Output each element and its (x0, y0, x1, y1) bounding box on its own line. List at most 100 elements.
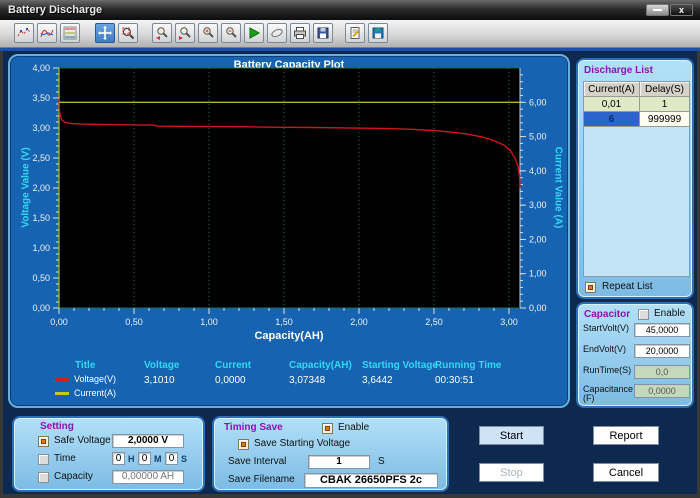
report-page-button[interactable] (345, 23, 365, 43)
discharge-table[interactable]: Current(A)Delay(S)0,0116999999 (583, 81, 690, 277)
svg-text:0,00: 0,00 (50, 317, 68, 327)
chart-panel: Battery Capacity Plot Voltage Value (V) … (8, 54, 570, 408)
zoom-back-button[interactable] (152, 23, 172, 43)
svg-text:0,00: 0,00 (529, 303, 547, 313)
discharge-list-panel: Discharge List Current(A)Delay(S)0,01169… (576, 58, 694, 299)
battery-capacity-plot: 0,000,501,001,502,002,503,004,003,503,00… (10, 56, 572, 348)
svg-text:0,50: 0,50 (125, 317, 143, 327)
capacitance-f-input[interactable]: 0,0000 (634, 384, 690, 398)
table-cell[interactable]: 1 (640, 97, 689, 112)
stat-starting-voltage: Starting Voltage3,6442 (362, 360, 438, 386)
svg-text:2,00: 2,00 (350, 317, 368, 327)
battery-discharge-window: Battery Discharge x Battery Capacity Plo… (0, 0, 700, 498)
capacitance-f-label: Capacitance (F) (583, 385, 635, 403)
runtime-s-input[interactable]: 0,0 (634, 365, 690, 379)
stop-button[interactable]: Stop (479, 463, 544, 482)
save-interval-label: Save Interval (228, 456, 286, 467)
plot-legend-button[interactable] (60, 23, 80, 43)
zoom-window-icon (121, 26, 135, 40)
save-data-icon (371, 26, 385, 40)
save-filename-input[interactable]: CBAK 26650PFS 2c (304, 473, 438, 488)
svg-text:1,00: 1,00 (529, 269, 547, 279)
title-bar[interactable]: Battery Discharge x (0, 0, 700, 20)
stat-voltage: Voltage3,1010 (144, 360, 179, 386)
time-seconds-input[interactable]: 0 (165, 452, 178, 465)
safe-voltage-checkbox[interactable] (38, 436, 49, 447)
repeat-list-checkbox[interactable] (585, 282, 596, 293)
column-header: Current(A) (584, 82, 640, 97)
close-icon: x (679, 5, 684, 15)
capacity-input[interactable]: 0,00000 AH (112, 470, 184, 484)
legend-label: Voltage(V) (74, 374, 116, 384)
svg-text:1,00: 1,00 (32, 243, 50, 253)
table-cell[interactable]: 0,01 (584, 97, 640, 112)
legend-swatch (55, 378, 69, 381)
zoom-forward-button[interactable] (175, 23, 195, 43)
save-interval-unit-label: S (378, 456, 385, 467)
stat-header: Title (75, 360, 95, 371)
start-button[interactable]: Start (479, 426, 544, 445)
report-button[interactable]: Report (593, 426, 659, 445)
stat-header: Capacity(AH) (289, 360, 352, 371)
endvolt-v-label: EndVolt(V) (583, 345, 635, 354)
endvolt-v-input[interactable]: 20,0000 (634, 344, 690, 358)
legend-item: Current(A) (55, 388, 116, 398)
plot-area[interactable] (59, 68, 520, 308)
timing-save-title: Timing Save (224, 422, 283, 433)
minutes-unit-label: M (154, 454, 162, 464)
plot-points-button[interactable] (14, 23, 34, 43)
zoom-out-button[interactable] (221, 23, 241, 43)
pan-crosshair-button[interactable] (95, 23, 115, 43)
plot-curves-button[interactable] (37, 23, 57, 43)
time-minutes-input[interactable]: 0 (138, 452, 151, 465)
timing-save-enable-checkbox[interactable] (322, 423, 333, 434)
save-interval-input[interactable]: 1 (308, 455, 370, 469)
time-label: Time (54, 453, 76, 464)
cancel-button[interactable]: Cancel (593, 463, 659, 482)
plot-legend-icon (63, 26, 77, 40)
table-row[interactable]: 6999999 (584, 112, 689, 127)
zoom-forward-icon (178, 26, 192, 40)
minimize-button[interactable] (646, 4, 669, 16)
pan-crosshair-icon (98, 26, 112, 40)
capacitor-title: Capacitor (584, 309, 630, 320)
zoom-out-icon (224, 26, 238, 40)
time-hours-input[interactable]: 0 (112, 452, 125, 465)
toolbar (0, 20, 700, 48)
repeat-list-label: Repeat List (602, 281, 653, 292)
table-cell[interactable]: 6 (584, 112, 640, 127)
save-starting-voltage-checkbox[interactable] (238, 439, 249, 450)
stat-current: Current0,0000 (215, 360, 251, 386)
svg-text:3,00: 3,00 (529, 200, 547, 210)
stat-header: Starting Voltage (362, 360, 438, 371)
save-button[interactable] (313, 23, 333, 43)
zoom-in-button[interactable] (198, 23, 218, 43)
startvolt-v-input[interactable]: 45,0000 (634, 323, 690, 337)
zoom-in-icon (201, 26, 215, 40)
time-checkbox[interactable] (38, 454, 49, 465)
print-button[interactable] (290, 23, 310, 43)
capacity-checkbox[interactable] (38, 472, 49, 483)
svg-text:1,50: 1,50 (275, 317, 293, 327)
stat-value: 00:30:51 (435, 375, 501, 386)
svg-text:4,00: 4,00 (529, 166, 547, 176)
table-row[interactable]: 0,011 (584, 97, 689, 112)
erase-button[interactable] (267, 23, 287, 43)
capacitor-enable-checkbox[interactable] (638, 309, 649, 320)
stat-capacity-ah-: Capacity(AH)3,07348 (289, 360, 352, 386)
run-icon (247, 26, 261, 40)
runtime-s-label: RunTime(S) (583, 366, 635, 375)
save-filename-label: Save Filename (228, 474, 295, 485)
svg-text:2,00: 2,00 (529, 234, 547, 244)
window-title: Battery Discharge (0, 4, 102, 16)
legend-swatch (55, 392, 69, 395)
save-data-button[interactable] (368, 23, 388, 43)
safe-voltage-input[interactable]: 2,0000 V (112, 434, 184, 448)
table-cell[interactable]: 999999 (640, 112, 689, 127)
zoom-window-button[interactable] (118, 23, 138, 43)
capacitor-panel: Capacitor Enable StartVolt(V)45,0000EndV… (576, 302, 694, 408)
svg-text:2,50: 2,50 (425, 317, 443, 327)
table-header-row: Current(A)Delay(S) (584, 82, 689, 97)
run-button[interactable] (244, 23, 264, 43)
close-button[interactable]: x (670, 4, 693, 16)
